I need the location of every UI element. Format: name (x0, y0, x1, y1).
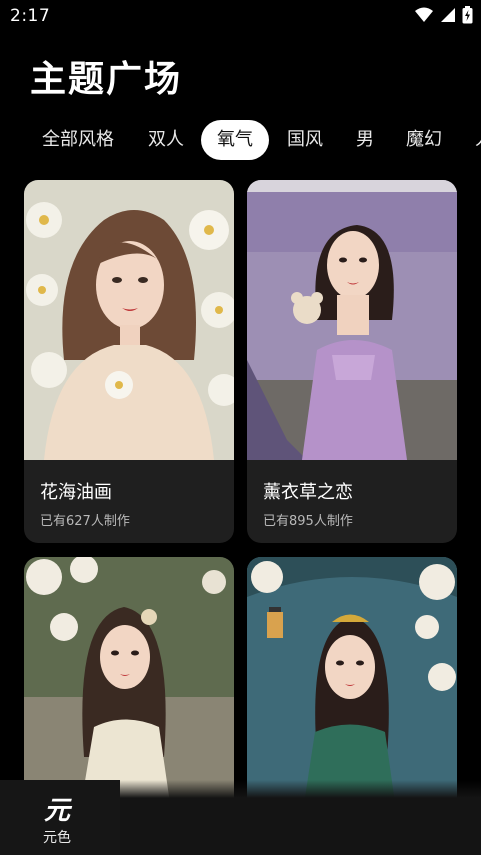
theme-card[interactable] (24, 557, 234, 817)
theme-card[interactable] (247, 557, 457, 817)
category-tabs: 全部风格 双人 氧气 国风 男 魔幻 人 (0, 118, 481, 162)
theme-card[interactable]: 花海油画 已有627人制作 (24, 180, 234, 543)
tab-couple[interactable]: 双人 (147, 120, 185, 160)
theme-card[interactable]: 薰衣草之恋 已有895人制作 (247, 180, 457, 543)
page-title: 主题广场 (30, 59, 183, 100)
card-image (247, 557, 457, 817)
tab-fantasy[interactable]: 魔幻 (405, 120, 443, 160)
battery-icon (462, 6, 473, 24)
card-title: 薰衣草之恋 (263, 482, 353, 503)
status-icons (414, 6, 473, 24)
bottom-nav: 元 元色 (0, 780, 481, 855)
tab-guofeng[interactable]: 国风 (286, 120, 324, 160)
card-usage-count: 已有627人制作 (40, 514, 130, 529)
status-bar: 2:17 (0, 0, 481, 32)
card-image (247, 180, 457, 460)
yuanse-logo-icon: 元 (44, 796, 71, 826)
tab-person[interactable]: 人 (474, 120, 481, 160)
status-time: 2:17 (10, 6, 51, 26)
card-image (24, 557, 234, 817)
card-title: 花海油画 (40, 482, 112, 503)
card-usage-count: 已有895人制作 (263, 514, 353, 529)
wifi-icon (415, 7, 433, 22)
card-image (24, 180, 234, 460)
tab-oxygen[interactable]: 氧气 (201, 120, 269, 160)
tab-male[interactable]: 男 (355, 120, 375, 160)
bottom-tab-yuanse[interactable]: 元 元色 (0, 780, 120, 855)
tab-all-styles[interactable]: 全部风格 (40, 120, 116, 160)
bottom-tab-label: 元色 (43, 830, 71, 846)
signal-icon (441, 8, 455, 22)
